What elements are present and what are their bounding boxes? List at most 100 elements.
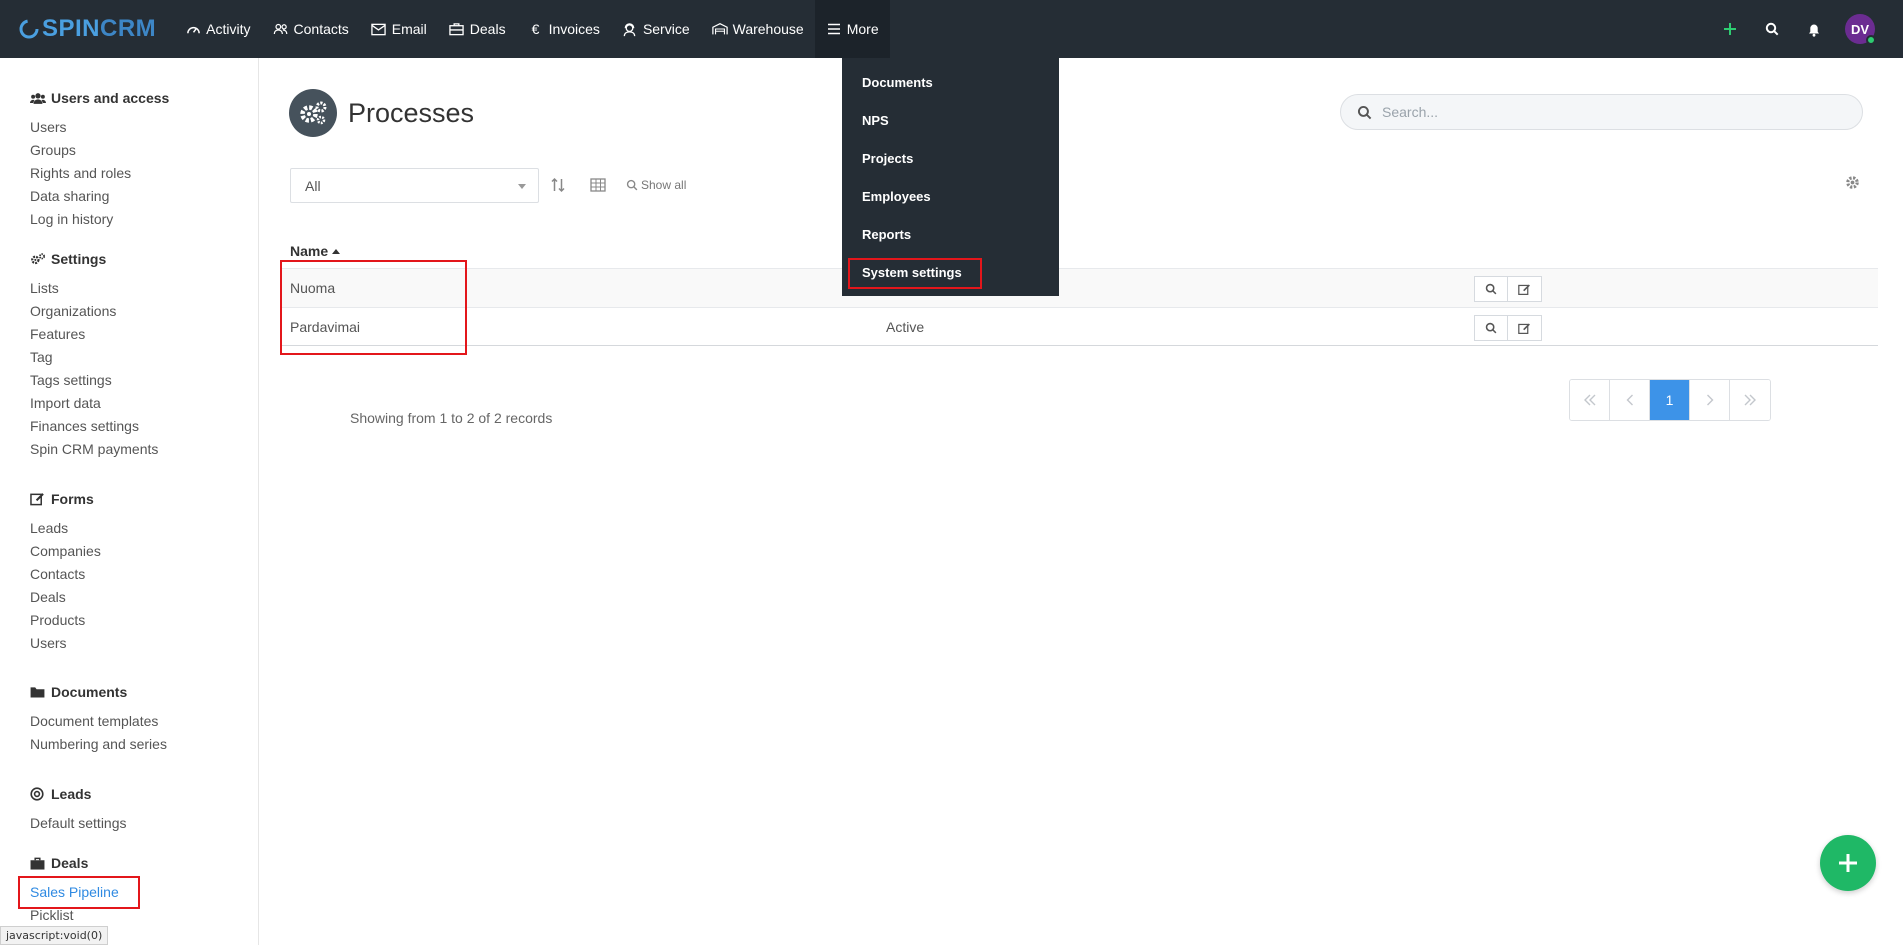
search-box [1340,94,1863,130]
bell-icon [1809,24,1819,37]
sidebar-item-users[interactable]: Users [30,116,169,139]
nav-deals[interactable]: Deals [438,0,517,58]
sidebar-item-form-users[interactable]: Users [30,632,101,655]
logo-text-crm: CRM [100,15,157,42]
sidebar-item-form-companies[interactable]: Companies [30,540,101,563]
briefcase-icon [449,21,465,37]
nav-service[interactable]: Service [611,0,701,58]
nav-email[interactable]: Email [360,0,438,58]
nav-warehouse[interactable]: Warehouse [701,0,815,58]
row-actions [1474,276,1542,302]
page-title: Processes [348,98,475,128]
sidebar-item-default-settings[interactable]: Default settings [30,812,127,835]
quick-add-button[interactable] [1709,0,1751,58]
sidebar-item-features[interactable]: Features [30,323,158,346]
user-avatar[interactable]: DV [1845,14,1876,45]
euro-icon: € [531,21,540,37]
nav-invoices-label: Invoices [548,21,600,37]
search-icon [1485,283,1497,295]
sidebar-item-document-templates[interactable]: Document templates [30,710,167,733]
view-button[interactable] [1474,315,1508,341]
search-icon [626,179,638,191]
show-all-button[interactable]: Show all [626,174,686,196]
first-page-button[interactable] [1570,380,1610,420]
sidebar-item-form-products[interactable]: Products [30,609,101,632]
sidebar-item-tag[interactable]: Tag [30,346,158,369]
table-settings-button[interactable] [1845,175,1860,195]
sidebar-item-import-data[interactable]: Import data [30,392,158,415]
edit-icon [1518,322,1530,334]
column-header-name[interactable]: Name [290,243,341,259]
nav-more[interactable]: More [814,0,890,58]
sidebar-item-form-deals[interactable]: Deals [30,586,101,609]
nav-warehouse-label: Warehouse [732,21,804,37]
filter-select[interactable]: All [290,168,539,203]
sidebar-forms-title: Forms [51,491,94,507]
nav-invoices[interactable]: € Invoices [517,0,611,58]
nav-activity[interactable]: Activity [174,0,261,58]
row-name: Nuoma [290,280,336,296]
sidebar-item-form-leads[interactable]: Leads [30,517,101,540]
menu-item-nps[interactable]: NPS [862,113,889,128]
view-button[interactable] [1474,276,1508,302]
sidebar-item-finances-settings[interactable]: Finances settings [30,415,158,438]
sidebar-item-groups[interactable]: Groups [30,139,169,162]
double-chevron-left-icon [1583,394,1595,406]
menu-item-employees[interactable]: Employees [862,189,931,204]
search-icon [1357,105,1372,119]
nav-deals-label: Deals [469,21,506,37]
nav-service-label: Service [642,21,690,37]
search-input[interactable] [1382,104,1842,120]
sidebar-item-data-sharing[interactable]: Data sharing [30,185,169,208]
table-icon [590,178,606,192]
nav-right-tools: DV [1709,0,1903,58]
notifications-button[interactable] [1793,0,1835,58]
sidebar-item-rights-roles[interactable]: Rights and roles [30,162,169,185]
sort-button[interactable] [550,174,566,196]
row-status: Active [886,319,925,335]
page-button-current[interactable]: 1 [1650,380,1690,420]
menu-item-reports[interactable]: Reports [862,227,911,242]
edit-button[interactable] [1508,276,1542,302]
table-row[interactable]: Pardavimai Active [280,307,1878,346]
target-icon [30,787,46,801]
menu-item-projects[interactable]: Projects [862,151,913,166]
nav-contacts-label: Contacts [293,21,349,37]
sidebar-item-picklist[interactable]: Picklist [30,904,119,927]
sidebar-item-sales-pipeline[interactable]: Sales Pipeline [30,881,119,904]
spin-logo-icon [19,19,39,39]
sidebar-section-leads: Leads Default settings [30,784,127,835]
records-info: Showing from 1 to 2 of 2 records [350,410,553,426]
sidebar-documents-title: Documents [51,684,128,700]
sidebar-deals-title: Deals [51,855,89,871]
chevron-down-icon [518,184,526,189]
next-page-button[interactable] [1690,380,1730,420]
gauge-icon [185,21,201,37]
edit-icon [30,492,46,506]
prev-page-button[interactable] [1610,380,1650,420]
columns-button[interactable] [590,174,606,196]
table-row[interactable]: Nuoma [280,268,1878,307]
floating-add-button[interactable] [1820,835,1876,891]
sidebar-item-organizations[interactable]: Organizations [30,300,158,323]
spincrm-logo[interactable]: SPINCRM [18,0,156,58]
last-page-button[interactable] [1730,380,1770,420]
global-search-button[interactable] [1751,0,1793,58]
sort-icon [551,177,565,193]
top-navigation: SPINCRM Activity Contacts Email Deals € … [0,0,1903,58]
edit-button[interactable] [1508,315,1542,341]
sidebar-item-form-contacts[interactable]: Contacts [30,563,101,586]
nav-contacts[interactable]: Contacts [262,0,360,58]
menu-item-documents[interactable]: Documents [862,75,933,90]
sidebar-item-lists[interactable]: Lists [30,277,158,300]
sidebar-section-deals: Deals Sales Pipeline Picklist [30,853,119,927]
column-header-name-label: Name [290,243,329,259]
sidebar-item-login-history[interactable]: Log in history [30,208,169,231]
menu-item-system-settings[interactable]: System settings [862,265,962,280]
sidebar-item-numbering-series[interactable]: Numbering and series [30,733,167,756]
sidebar-item-spin-payments[interactable]: Spin CRM payments [30,438,158,461]
double-chevron-right-icon [1744,394,1756,406]
sidebar-section-settings: Settings Lists Organizations Features Ta… [30,249,158,461]
sidebar-item-tags-settings[interactable]: Tags settings [30,369,158,392]
pagination: 1 [1569,379,1771,421]
